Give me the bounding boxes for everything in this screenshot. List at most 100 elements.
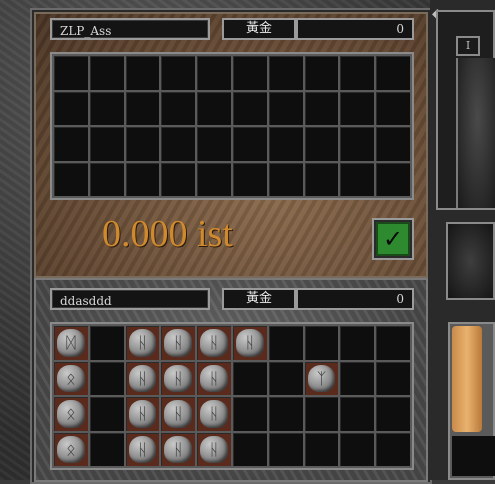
own-gold-label[interactable]: 黃金: [222, 288, 296, 310]
inventory-slot[interactable]: [340, 127, 375, 161]
inventory-slot[interactable]: ᚺ: [197, 397, 231, 431]
inventory-slot[interactable]: [89, 397, 124, 431]
inventory-slot[interactable]: [197, 162, 231, 196]
inventory-slot[interactable]: [340, 326, 375, 360]
rune-item-icon[interactable]: ᛉ: [307, 364, 336, 392]
rune-item-icon[interactable]: ᚺ: [128, 435, 157, 463]
inventory-slot[interactable]: [89, 326, 124, 360]
inventory-slot[interactable]: [304, 162, 339, 196]
inventory-slot[interactable]: [54, 162, 88, 196]
scroll-item-icon[interactable]: [452, 326, 482, 432]
rune-item-icon[interactable]: ᚺ: [200, 329, 228, 357]
inventory-slot[interactable]: [89, 432, 124, 466]
inventory-slot[interactable]: [232, 432, 267, 466]
inventory-slot[interactable]: [125, 127, 160, 161]
rune-item-icon[interactable]: ᚺ: [128, 364, 157, 392]
inventory-slot[interactable]: [89, 91, 124, 125]
rune-item-icon[interactable]: ᚺ: [128, 329, 157, 357]
rune-item-icon[interactable]: ᚺ: [164, 400, 193, 428]
inventory-slot[interactable]: ᛟ: [54, 432, 88, 466]
inventory-slot[interactable]: [376, 91, 410, 125]
inventory-slot[interactable]: [161, 91, 196, 125]
inventory-slot[interactable]: ᛉ: [304, 361, 339, 395]
inventory-slot[interactable]: ᚺ: [125, 397, 160, 431]
inventory-slot[interactable]: [161, 127, 196, 161]
inventory-slot[interactable]: [268, 91, 303, 125]
inventory-slot[interactable]: ᚺ: [161, 361, 196, 395]
rune-item-icon[interactable]: ᛞ: [57, 329, 85, 357]
inventory-slot[interactable]: [125, 162, 160, 196]
inventory-slot[interactable]: ᚺ: [161, 397, 196, 431]
inventory-slot[interactable]: [232, 397, 267, 431]
inventory-slot[interactable]: [304, 326, 339, 360]
inventory-slot[interactable]: ᚺ: [232, 326, 267, 360]
rune-item-icon[interactable]: ᛟ: [57, 435, 85, 463]
inventory-slot[interactable]: [232, 361, 267, 395]
inventory-slot[interactable]: [89, 162, 124, 196]
inventory-slot[interactable]: ᛟ: [54, 397, 88, 431]
inventory-slot[interactable]: ᚺ: [161, 326, 196, 360]
inventory-slot[interactable]: [89, 127, 124, 161]
side-empty-slot[interactable]: [452, 436, 495, 476]
inventory-slot[interactable]: [232, 162, 267, 196]
inventory-slot[interactable]: [89, 56, 124, 90]
inventory-slot[interactable]: [376, 162, 410, 196]
inventory-slot[interactable]: [304, 397, 339, 431]
inventory-slot[interactable]: ᚺ: [197, 432, 231, 466]
glove-slot[interactable]: [446, 222, 495, 300]
inventory-slot[interactable]: [89, 361, 124, 395]
inventory-slot[interactable]: [340, 432, 375, 466]
inventory-slot[interactable]: [376, 361, 410, 395]
inventory-slot[interactable]: [304, 56, 339, 90]
inventory-slot[interactable]: [268, 162, 303, 196]
inventory-slot[interactable]: [304, 432, 339, 466]
inventory-slot[interactable]: ᚺ: [125, 361, 160, 395]
inventory-slot[interactable]: [340, 397, 375, 431]
inventory-slot[interactable]: [340, 162, 375, 196]
inventory-slot[interactable]: ᛞ: [54, 326, 88, 360]
inventory-slot[interactable]: [232, 127, 267, 161]
rune-item-icon[interactable]: ᚺ: [200, 364, 228, 392]
inventory-slot[interactable]: ᚺ: [197, 326, 231, 360]
inventory-slot[interactable]: [268, 326, 303, 360]
inventory-slot[interactable]: ᚺ: [125, 432, 160, 466]
own-gold-amount[interactable]: 0: [296, 288, 414, 310]
inventory-slot[interactable]: [197, 127, 231, 161]
inventory-slot[interactable]: [376, 397, 410, 431]
accept-trade-button[interactable]: ✓: [372, 218, 414, 260]
rune-item-icon[interactable]: ᛟ: [57, 400, 85, 428]
inventory-slot[interactable]: [340, 56, 375, 90]
rune-item-icon[interactable]: ᚺ: [235, 329, 264, 357]
inventory-slot[interactable]: [376, 127, 410, 161]
inventory-slot[interactable]: ᛟ: [54, 361, 88, 395]
rune-item-icon[interactable]: ᚺ: [164, 435, 193, 463]
inventory-slot[interactable]: [376, 326, 410, 360]
inventory-slot[interactable]: [268, 361, 303, 395]
rune-item-icon[interactable]: ᚺ: [200, 400, 228, 428]
inventory-slot[interactable]: ᚺ: [161, 432, 196, 466]
inventory-slot[interactable]: [268, 127, 303, 161]
inventory-slot[interactable]: [268, 432, 303, 466]
side-tab[interactable]: I: [456, 36, 480, 56]
inventory-slot[interactable]: [304, 91, 339, 125]
inventory-slot[interactable]: [161, 162, 196, 196]
rune-item-icon[interactable]: ᛟ: [57, 364, 85, 392]
inventory-slot[interactable]: [340, 361, 375, 395]
inventory-slot[interactable]: [125, 91, 160, 125]
inventory-slot[interactable]: ᚺ: [125, 326, 160, 360]
inventory-slot[interactable]: ᚺ: [197, 361, 231, 395]
inventory-slot[interactable]: [161, 56, 196, 90]
inventory-slot[interactable]: [340, 91, 375, 125]
inventory-slot[interactable]: [197, 56, 231, 90]
inventory-slot[interactable]: [268, 56, 303, 90]
rune-item-icon[interactable]: ᚺ: [200, 435, 228, 463]
own-player-item-grid[interactable]: ᛞᚺᚺᚺᚺᛟᚺᚺᚺᛉᛟᚺᚺᚺᛟᚺᚺᚺ: [50, 322, 414, 470]
rune-item-icon[interactable]: ᚺ: [164, 364, 193, 392]
inventory-slot[interactable]: [232, 56, 267, 90]
inventory-slot[interactable]: [268, 397, 303, 431]
rune-item-icon[interactable]: ᚺ: [164, 329, 193, 357]
inventory-slot[interactable]: [304, 127, 339, 161]
inventory-slot[interactable]: [54, 56, 88, 90]
inventory-slot[interactable]: [54, 91, 88, 125]
inventory-slot[interactable]: [232, 91, 267, 125]
